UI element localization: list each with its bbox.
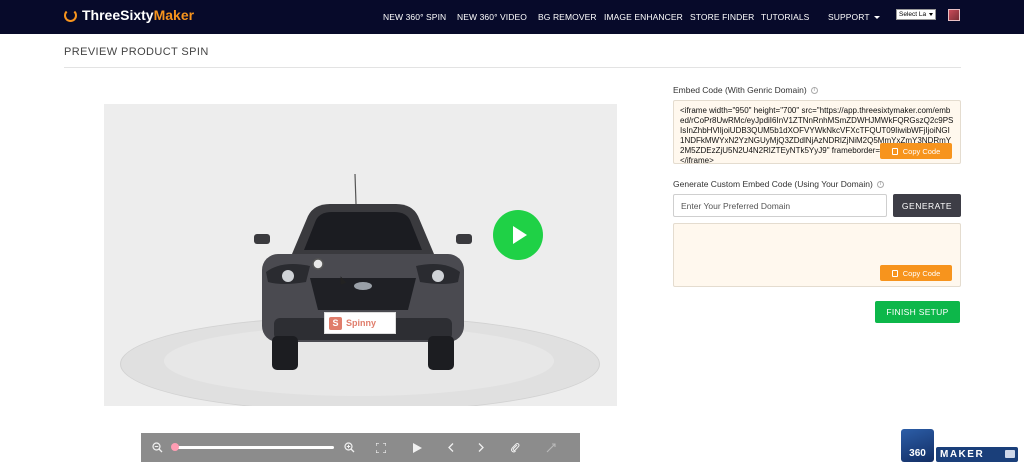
play-control-icon[interactable] bbox=[411, 441, 423, 454]
nav-link-tutorials[interactable]: TUTORIALS bbox=[761, 12, 809, 22]
nav-link-support-label: SUPPORT bbox=[828, 12, 870, 22]
info-icon[interactable]: i bbox=[810, 87, 818, 95]
flag-icon bbox=[1005, 450, 1015, 458]
copy-embed-code-button[interactable]: Copy Code bbox=[880, 143, 952, 159]
spin-preview[interactable]: S Spinny bbox=[104, 104, 617, 406]
generate-button[interactable]: GENERATE bbox=[893, 194, 961, 217]
nav-link-support[interactable]: SUPPORT bbox=[828, 12, 880, 22]
play-button[interactable] bbox=[493, 210, 543, 260]
link-icon[interactable] bbox=[545, 441, 557, 454]
embed-code-label: Embed Code (With Genric Domain) i bbox=[673, 85, 818, 95]
copy-icon bbox=[891, 147, 898, 155]
zoom-in-icon[interactable] bbox=[343, 441, 355, 454]
page-title: PREVIEW PRODUCT SPIN bbox=[64, 46, 209, 58]
brand-badge: S Spinny bbox=[324, 312, 396, 334]
info-icon[interactable]: i bbox=[876, 181, 884, 189]
chevron-down-icon bbox=[873, 16, 880, 20]
nav-links: NEW 360° SPIN NEW 360° VIDEO BG REMOVER … bbox=[0, 12, 1024, 24]
copy-custom-code-button[interactable]: Copy Code bbox=[880, 265, 952, 281]
language-select-value: Select La bbox=[899, 11, 927, 18]
top-nav: ThreeSixty Maker NEW 360° SPIN NEW 360° … bbox=[0, 0, 1024, 34]
360-cube-logo[interactable]: 360 bbox=[901, 429, 934, 462]
custom-embed-label-text: Generate Custom Embed Code (Using Your D… bbox=[673, 179, 873, 189]
zoom-slider-track[interactable] bbox=[176, 446, 334, 449]
nav-link-store-finder[interactable]: STORE FINDER bbox=[690, 12, 754, 22]
copy-icon bbox=[891, 269, 898, 277]
nav-link-new-360-spin[interactable]: NEW 360° SPIN bbox=[383, 12, 446, 22]
fullscreen-icon[interactable] bbox=[375, 441, 387, 454]
nav-link-new-360-video[interactable]: NEW 360° VIDEO bbox=[457, 12, 527, 22]
domain-input[interactable] bbox=[673, 194, 887, 217]
title-divider bbox=[64, 67, 961, 68]
brand-badge-text: Spinny bbox=[346, 318, 377, 328]
zoom-out-icon[interactable] bbox=[151, 441, 163, 454]
copy-embed-code-label: Copy Code bbox=[902, 146, 941, 156]
chevron-left-icon[interactable] bbox=[445, 441, 457, 454]
embed-code-label-text: Embed Code (With Genric Domain) bbox=[673, 85, 807, 95]
play-icon bbox=[513, 226, 527, 244]
maker-badge[interactable]: MAKER bbox=[936, 447, 1018, 462]
chevron-down-icon bbox=[929, 13, 933, 16]
chevron-right-icon[interactable] bbox=[475, 441, 487, 454]
copy-custom-code-label: Copy Code bbox=[902, 268, 941, 278]
zoom-slider-handle[interactable] bbox=[171, 443, 179, 451]
brand-mark-icon: S bbox=[329, 316, 342, 330]
finish-setup-button[interactable]: FINISH SETUP bbox=[875, 301, 960, 323]
language-select[interactable]: Select La bbox=[896, 9, 936, 20]
nav-link-bg-remover[interactable]: BG REMOVER bbox=[538, 12, 597, 22]
360-cube-text: 360 bbox=[909, 448, 926, 459]
avatar[interactable] bbox=[948, 9, 960, 21]
paperclip-icon[interactable] bbox=[509, 441, 521, 454]
viewer-controls bbox=[141, 433, 580, 462]
nav-link-image-enhancer[interactable]: IMAGE ENHANCER bbox=[604, 12, 683, 22]
car-image bbox=[254, 174, 472, 370]
custom-embed-label: Generate Custom Embed Code (Using Your D… bbox=[673, 179, 884, 189]
maker-badge-text: MAKER bbox=[940, 449, 985, 460]
